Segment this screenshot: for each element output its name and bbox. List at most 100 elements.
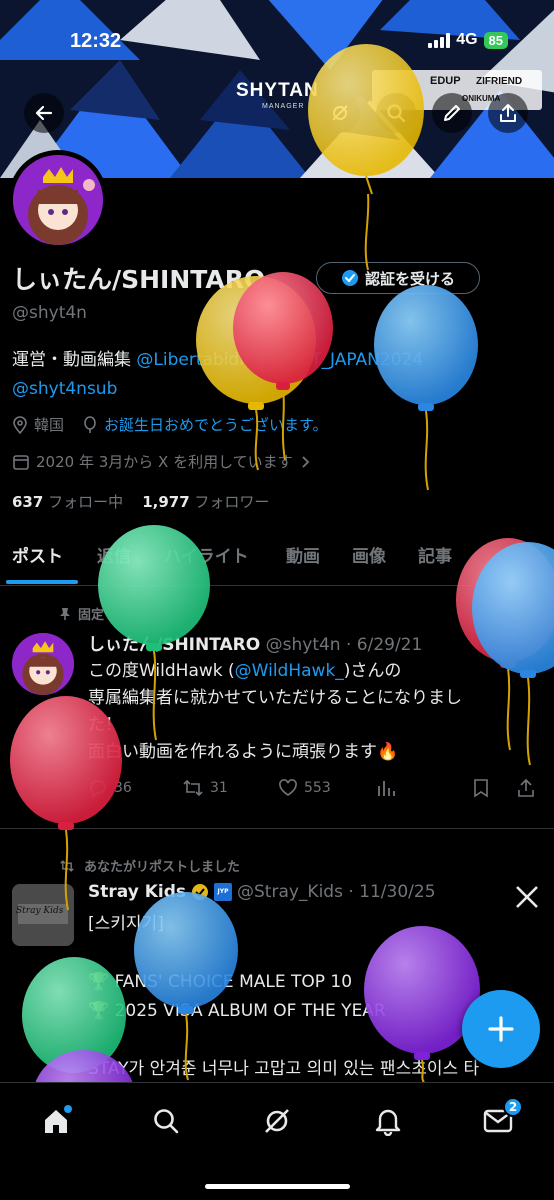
grok-icon bbox=[332, 105, 348, 121]
tweet-line: 2025 VISA ALBUM OF THE YEAR bbox=[114, 1001, 386, 1021]
edit-profile-button[interactable] bbox=[432, 93, 472, 133]
tweet-author-name[interactable]: Stray Kids bbox=[88, 882, 186, 902]
tweet-line: )さんの bbox=[343, 661, 402, 681]
followers-count: 1,977 bbox=[142, 493, 190, 511]
pin-icon bbox=[60, 607, 70, 620]
arrow-left-icon bbox=[35, 105, 53, 121]
verified-badge-icon bbox=[341, 270, 358, 286]
reply-count: 36 bbox=[114, 780, 132, 796]
share-icon bbox=[518, 778, 534, 797]
joined-text: 2020 年 3月から X を利用しています bbox=[36, 453, 293, 471]
tweet-header: しぃたん/SHINTARO @shyt4n · 6/29/21 bbox=[88, 630, 422, 655]
tweet-line: FANS' CHOICE MALE TOP 10 bbox=[114, 972, 353, 992]
tweet-line: 専属編集者に就かせていただけることになりまし bbox=[88, 688, 462, 708]
battery-icon: 85 bbox=[483, 31, 508, 49]
network-type: 4G bbox=[456, 31, 478, 48]
straykids-avatar[interactable]: Stray Kids bbox=[12, 884, 74, 946]
back-button[interactable] bbox=[24, 93, 64, 133]
profile-handle: @shyt4n bbox=[12, 303, 87, 323]
analytics-icon bbox=[378, 781, 395, 796]
search-icon bbox=[154, 1109, 179, 1134]
following-label: フォロー中 bbox=[48, 493, 124, 511]
pencil-icon bbox=[444, 105, 460, 121]
birthday-text[interactable]: お誕生日おめでとうございます。 bbox=[104, 414, 328, 435]
get-verified-button[interactable]: 認証を受ける bbox=[316, 262, 480, 294]
pinned-indicator: 固定 bbox=[58, 604, 104, 623]
tweet-mention-wildhawk[interactable]: @WildHawk_ bbox=[235, 661, 344, 681]
avatar-image bbox=[13, 155, 103, 245]
repost-indicator: あなたがリポストしました bbox=[58, 856, 240, 875]
tweet-line: 面白い動画を作れるように頑張ります🔥 bbox=[88, 742, 399, 762]
tab-replies[interactable]: 返信 bbox=[97, 542, 131, 567]
retweet-button[interactable]: 31 bbox=[182, 778, 228, 798]
profile-avatar[interactable] bbox=[8, 150, 108, 250]
tweet-author-avatar[interactable] bbox=[12, 633, 74, 695]
nav-search[interactable] bbox=[146, 1101, 186, 1141]
tweet-line: この度WildHawk ( bbox=[88, 661, 235, 681]
plus-icon bbox=[488, 1016, 514, 1042]
trophy-icon: 🏆 bbox=[88, 972, 110, 992]
nav-messages[interactable]: 2 bbox=[478, 1097, 523, 1141]
compose-post-button[interactable] bbox=[462, 990, 540, 1068]
grok-icon bbox=[265, 1109, 289, 1133]
get-verified-label: 認証を受ける bbox=[364, 269, 455, 288]
bell-icon bbox=[375, 1109, 401, 1136]
trophy-icon: 🏆 bbox=[88, 1001, 110, 1021]
banner-brand: SHYTAN bbox=[236, 80, 319, 101]
tab-videos[interactable]: 動画 bbox=[286, 542, 320, 567]
following-link[interactable]: 637 フォロー中 bbox=[12, 493, 123, 511]
home-unread-dot bbox=[64, 1105, 72, 1113]
tweet-divider bbox=[0, 828, 554, 829]
jyp-affiliate-badge: JYP bbox=[214, 883, 232, 901]
bio-text: 運営・動画編集 bbox=[12, 350, 137, 370]
bio-link-libertabiding[interactable]: @Libertabiding bbox=[136, 350, 265, 370]
bio-link-act-japan[interactable]: @ACT_JAPAN2024 bbox=[271, 350, 423, 370]
bookmark-button[interactable] bbox=[472, 778, 490, 798]
reply-icon bbox=[90, 780, 106, 798]
tweet-author-name[interactable]: しぃたん/SHINTARO bbox=[88, 635, 260, 655]
nav-grok[interactable] bbox=[257, 1101, 297, 1141]
status-time: 12:32 bbox=[70, 30, 122, 52]
balloon-icon bbox=[84, 415, 96, 433]
like-count: 553 bbox=[304, 780, 331, 796]
grok-button[interactable] bbox=[320, 93, 360, 133]
tweet-text[interactable]: この度WildHawk (@WildHawk_)さんの 専属編集者に就かせていた… bbox=[88, 658, 528, 766]
avatar-logo-text: Stray Kids bbox=[16, 906, 64, 916]
location-text: 韓国 bbox=[34, 416, 65, 434]
repost-label: あなたがリポストしました bbox=[84, 860, 241, 875]
nav-home[interactable] bbox=[36, 1101, 76, 1141]
tweet-header: Stray Kids JYP @Stray_Kids · 11/30/25 bbox=[88, 882, 436, 902]
bottom-navigation: 2 bbox=[0, 1082, 554, 1200]
bookmark-icon bbox=[474, 779, 488, 798]
tab-posts[interactable]: ポスト bbox=[12, 542, 63, 567]
search-button[interactable] bbox=[376, 93, 416, 133]
share-button[interactable] bbox=[488, 93, 528, 133]
joined-row[interactable]: 2020 年 3月から X を利用しています bbox=[12, 451, 311, 472]
tweet-handle-date: @shyt4n · 6/29/21 bbox=[265, 635, 423, 655]
location-icon bbox=[13, 415, 27, 434]
tab-articles[interactable]: 記事 bbox=[418, 542, 452, 567]
signal-icon bbox=[428, 32, 451, 48]
share-icon bbox=[500, 104, 516, 122]
status-icons: 4G 85 bbox=[428, 31, 508, 49]
nav-notifications[interactable] bbox=[368, 1101, 408, 1141]
tab-images[interactable]: 画像 bbox=[352, 542, 386, 567]
calendar-icon bbox=[13, 454, 29, 470]
views-button[interactable] bbox=[376, 778, 396, 798]
reply-button[interactable]: 36 bbox=[88, 778, 132, 798]
following-count: 637 bbox=[12, 493, 44, 511]
retweet-icon bbox=[183, 779, 203, 797]
search-icon bbox=[387, 104, 406, 123]
tab-highlights[interactable]: ハイライト bbox=[164, 542, 249, 567]
bio-link-shyt4nsub[interactable]: @shyt4nsub bbox=[12, 379, 117, 399]
heart-icon bbox=[279, 779, 297, 796]
share-tweet-button[interactable] bbox=[516, 778, 536, 798]
x-logo-icon[interactable] bbox=[514, 884, 540, 910]
banner-brand-sub: MANAGER bbox=[262, 103, 305, 110]
sponsor-edup: EDUP bbox=[430, 75, 461, 87]
retweet-count: 31 bbox=[210, 780, 228, 796]
followers-link[interactable]: 1,977 フォロワー bbox=[142, 493, 269, 511]
profile-banner[interactable]: SHYTAN MANAGER EDUP ZIFRIEND ONIKUMA bbox=[0, 0, 554, 178]
profile-tabs: ポスト 返信 ハイライト 動画 画像 記事 bbox=[0, 534, 554, 586]
like-button[interactable]: 553 bbox=[278, 778, 331, 798]
